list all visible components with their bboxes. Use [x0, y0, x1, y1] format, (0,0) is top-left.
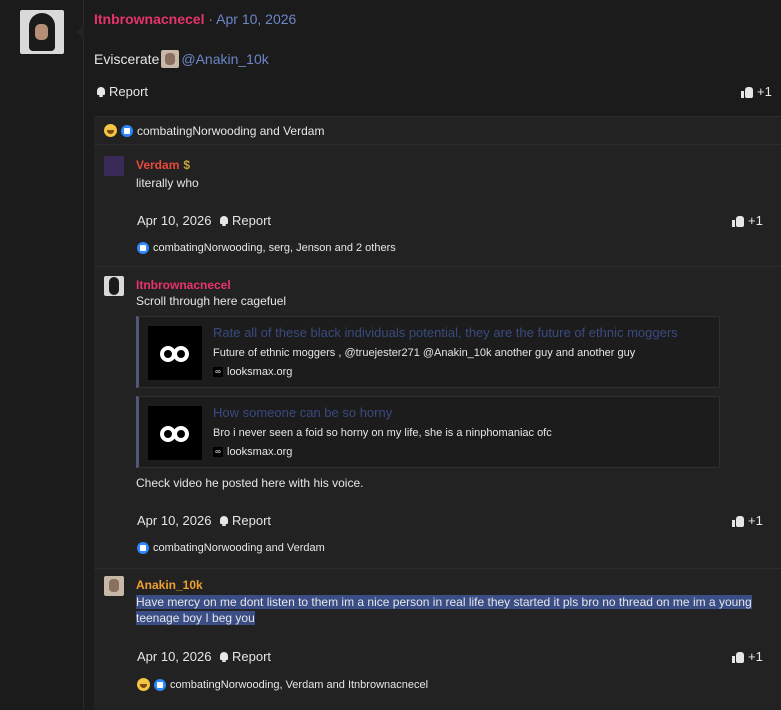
comment-avatar[interactable] [104, 156, 124, 176]
comment-text-secondary: Check video he posted here with his voic… [136, 476, 364, 490]
thumbs-up-icon [741, 86, 753, 98]
post-content: Itnbrownacnecel · Apr 10, 2026 Eviscerat… [84, 0, 781, 710]
post-body: Eviscerate @Anakin_10k [94, 50, 269, 68]
like-button[interactable]: +1 [732, 213, 763, 228]
comment-text-line: teenage boy I beg you [136, 611, 255, 625]
comment-item: Anakin_10k Have mercy on me dont listen … [94, 568, 781, 710]
embed-description: Bro i never seen a foid so horny on my l… [213, 427, 552, 439]
bell-icon [219, 515, 229, 526]
like-count: +1 [748, 213, 763, 228]
left-avatar-column [0, 0, 84, 710]
like-reaction-icon [121, 124, 133, 137]
comment-avatar[interactable] [104, 276, 124, 296]
comment-date[interactable]: Apr 10, 2026 [137, 649, 211, 664]
like-count: +1 [748, 649, 763, 664]
reactions-text: combatingNorwooding and Verdam [137, 123, 325, 138]
embed-site[interactable]: ∞ looksmax.org [213, 366, 292, 378]
site-favicon-icon: ∞ [213, 447, 223, 457]
comment-date[interactable]: Apr 10, 2026 [137, 513, 211, 528]
embed-title[interactable]: How someone can be so horny [213, 405, 392, 420]
embed-description: Future of ethnic moggers , @truejester27… [213, 347, 636, 359]
comments-section: Verdam $ literally who Apr 10, 2026 Repor… [94, 144, 781, 710]
post-header: Itnbrownacnecel · Apr 10, 2026 [94, 11, 296, 27]
embed-site-name: looksmax.org [227, 366, 293, 378]
report-button[interactable]: Report [219, 213, 271, 228]
site-favicon-icon: ∞ [213, 367, 223, 377]
looksmax-logo-icon [148, 326, 202, 380]
post-author-name[interactable]: Itnbrownacnecel [94, 11, 204, 27]
embed-title[interactable]: Rate all of these black individuals pote… [213, 325, 678, 340]
link-embed[interactable]: Rate all of these black individuals pote… [136, 316, 720, 388]
author-avatar[interactable] [20, 10, 64, 54]
like-count: +1 [757, 84, 772, 99]
report-label: Report [109, 84, 149, 99]
comment-author-name[interactable]: Itnbrownacnecel [136, 278, 231, 292]
post-arrow [76, 24, 84, 40]
reactions-text: combatingNorwooding and Verdam [153, 542, 325, 554]
report-label: Report [232, 649, 272, 664]
dollar-badge-icon: $ [183, 158, 191, 172]
comment-reactions[interactable]: combatingNorwooding, serg, Jenson and 2 … [137, 242, 396, 254]
comment-item: Verdam $ literally who Apr 10, 2026 Repor… [94, 144, 781, 264]
like-button[interactable]: +1 [732, 649, 763, 664]
comment-text: Scroll through here cagefuel [136, 294, 287, 308]
mention-avatar [161, 50, 180, 68]
like-reaction-icon [137, 242, 149, 254]
comment-author-name[interactable]: Anakin_10k [136, 578, 203, 592]
report-button[interactable]: Report [219, 513, 271, 528]
like-reaction-icon [137, 542, 149, 554]
like-reaction-icon [154, 678, 166, 691]
post-body-text: Eviscerate [94, 51, 160, 67]
comment-date[interactable]: Apr 10, 2026 [137, 213, 211, 228]
like-count: +1 [748, 513, 763, 528]
like-button[interactable]: +1 [732, 513, 763, 528]
comment-reactions[interactable]: combatingNorwooding, Verdam and Itnbrown… [137, 678, 428, 691]
bell-icon [219, 651, 229, 662]
reactions-text: combatingNorwooding, serg, Jenson and 2 … [153, 242, 396, 254]
reactions-text: combatingNorwooding, Verdam and Itnbrown… [170, 678, 429, 691]
laugh-emoji-icon [137, 678, 150, 691]
comment-reactions[interactable]: combatingNorwooding and Verdam [137, 542, 325, 554]
thumbs-up-icon [732, 651, 744, 663]
report-button[interactable]: Report [96, 84, 148, 99]
thumbs-up-icon [732, 215, 744, 227]
comment-avatar[interactable] [104, 576, 124, 596]
thumbs-up-icon [732, 515, 744, 527]
mention-link[interactable]: @Anakin_10k [181, 51, 268, 67]
bell-icon [219, 215, 229, 226]
post-reactions-bar[interactable]: combatingNorwooding and Verdam [94, 116, 781, 144]
like-button[interactable]: +1 [741, 84, 772, 99]
embed-site[interactable]: ∞ looksmax.org [213, 446, 292, 458]
header-separator: · [208, 11, 214, 27]
comment-author-name[interactable]: Verdam $ [136, 158, 193, 172]
laugh-emoji-icon [104, 124, 117, 137]
link-embed[interactable]: How someone can be so horny Bro i never … [136, 396, 720, 468]
report-label: Report [232, 513, 272, 528]
looksmax-logo-icon [148, 406, 202, 460]
comment-text: Have mercy on me dont listen to them im … [136, 594, 752, 626]
post-date[interactable]: Apr 10, 2026 [216, 11, 296, 27]
comment-item: Itnbrownacnecel Scroll through here cage… [94, 266, 781, 566]
embed-site-name: looksmax.org [227, 446, 293, 458]
report-button[interactable]: Report [219, 649, 271, 664]
bell-icon [96, 86, 106, 97]
comment-text: literally who [136, 176, 199, 190]
comment-text-line: Have mercy on me dont listen to them im … [136, 595, 752, 609]
report-label: Report [232, 213, 272, 228]
